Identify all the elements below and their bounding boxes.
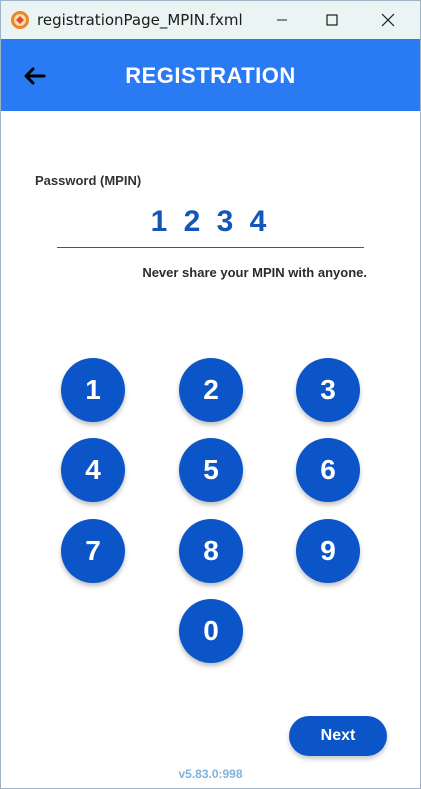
- version-label: v5.83.0:998: [178, 767, 243, 781]
- security-hint: Never share your MPIN with anyone.: [142, 265, 367, 280]
- app-header: REGISTRATION: [1, 39, 420, 111]
- keypad-key-1[interactable]: 1: [61, 358, 125, 422]
- maximize-icon: [326, 14, 338, 26]
- keypad-key-2[interactable]: 2: [179, 358, 243, 422]
- app-window: registrationPage_MPIN.fxml REGISTRATION …: [0, 0, 421, 789]
- close-icon: [381, 13, 395, 27]
- mpin-underline: [57, 247, 364, 248]
- keypad-key-9[interactable]: 9: [296, 519, 360, 583]
- app-logo-icon: [10, 10, 30, 30]
- keypad-key-3[interactable]: 3: [296, 358, 360, 422]
- window-titlebar[interactable]: registrationPage_MPIN.fxml: [1, 1, 420, 39]
- keypad-key-8[interactable]: 8: [179, 519, 243, 583]
- keypad-key-5[interactable]: 5: [179, 438, 243, 502]
- keypad-key-7[interactable]: 7: [61, 519, 125, 583]
- keypad-key-4[interactable]: 4: [61, 438, 125, 502]
- password-label: Password (MPIN): [35, 173, 142, 188]
- page-title: REGISTRATION: [125, 63, 296, 88]
- keypad-key-6[interactable]: 6: [296, 438, 360, 502]
- mpin-field[interactable]: 1 2 3 4: [57, 205, 364, 239]
- keypad-key-0[interactable]: 0: [179, 599, 243, 663]
- window-title: registrationPage_MPIN.fxml: [37, 11, 243, 29]
- next-button[interactable]: Next: [289, 716, 387, 756]
- minimize-icon: [277, 19, 287, 21]
- close-button[interactable]: [365, 1, 411, 39]
- maximize-button[interactable]: [309, 1, 355, 39]
- minimize-button[interactable]: [259, 1, 305, 39]
